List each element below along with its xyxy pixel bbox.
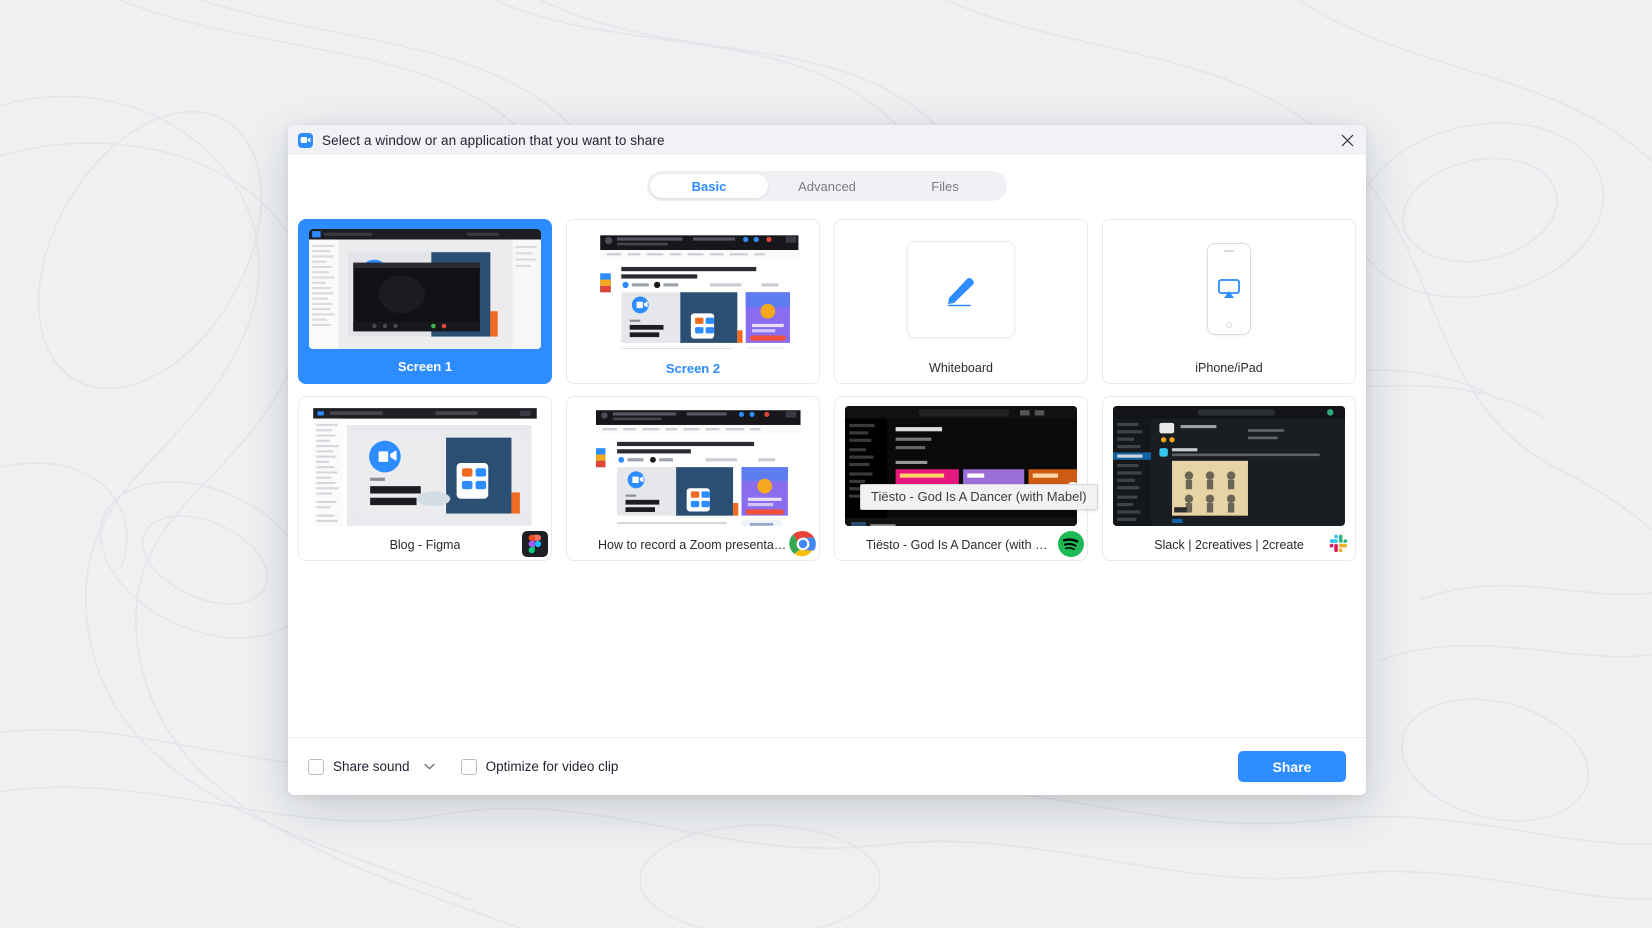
- thumbnail-iphone-ipad: [1113, 229, 1345, 349]
- share-sound-label: Share sound: [333, 759, 410, 774]
- thumbnail-screen-1: [309, 229, 541, 349]
- share-source-whiteboard[interactable]: Whiteboard: [834, 219, 1088, 384]
- share-source-label: Screen 2: [665, 360, 721, 376]
- pencil-icon: [947, 278, 974, 307]
- share-source-label: iPhone/iPad: [1195, 361, 1263, 375]
- share-sources-area: Screen 1 Screen 2 Whiteboard iPhone/iPad…: [288, 215, 1366, 737]
- share-source-slack[interactable]: Slack | 2creatives | 2create: [1102, 396, 1356, 561]
- phone-home-button-icon: [1226, 322, 1232, 328]
- dialog-footer: Share sound Optimize for video clip Shar…: [288, 737, 1366, 795]
- share-sources-grid: Screen 1 Screen 2 Whiteboard iPhone/iPad…: [298, 219, 1356, 561]
- share-source-label: Blog - Figma: [299, 530, 551, 560]
- share-button[interactable]: Share: [1238, 751, 1346, 782]
- tab-basic[interactable]: Basic: [650, 174, 768, 198]
- share-source-label: Screen 1: [397, 358, 453, 374]
- tab-files[interactable]: Files: [886, 174, 1004, 198]
- thumbnail-chrome-article: [577, 406, 809, 526]
- tab-group: Basic Advanced Files: [647, 171, 1007, 201]
- optimize-video-label: Optimize for video clip: [485, 759, 619, 774]
- close-icon[interactable]: [1334, 128, 1360, 152]
- share-sound-checkbox[interactable]: [308, 758, 324, 775]
- share-screen-dialog: Select a window or an application that y…: [288, 125, 1366, 795]
- optimize-video-checkbox-row[interactable]: Optimize for video clip: [460, 758, 619, 775]
- tab-strip: Basic Advanced Files: [288, 155, 1366, 215]
- thumbnail-screen-2: [577, 229, 809, 349]
- tab-advanced[interactable]: Advanced: [768, 174, 886, 198]
- thumbnail-whiteboard: [845, 229, 1077, 349]
- share-source-screen-2[interactable]: Screen 2: [566, 219, 820, 384]
- share-source-label: Slack | 2creatives | 2create: [1103, 530, 1355, 560]
- whiteboard-tile: [907, 240, 1015, 338]
- share-source-chrome-article[interactable]: How to record a Zoom presentati...: [566, 396, 820, 561]
- optimize-video-checkbox[interactable]: [460, 758, 477, 775]
- phone-outline-icon: [1207, 243, 1251, 335]
- airplay-icon: [1218, 279, 1240, 298]
- tooltip-spotify-title: Tiësto - God Is A Dancer (with Mabel): [860, 484, 1098, 510]
- share-source-iphone-ipad[interactable]: iPhone/iPad: [1102, 219, 1356, 384]
- zoom-logo-icon: [298, 132, 313, 148]
- spotify-icon: [1057, 530, 1085, 558]
- figma-icon: [521, 530, 549, 558]
- chevron-down-icon[interactable]: [420, 759, 439, 774]
- phone-speaker-icon: [1223, 250, 1235, 252]
- dialog-title: Select a window or an application that y…: [322, 132, 665, 148]
- share-source-label: Tiësto - God Is A Dancer (with Ma...: [835, 530, 1087, 560]
- share-source-blog-figma[interactable]: Blog - Figma: [298, 396, 552, 561]
- thumbnail-slack: [1113, 406, 1345, 526]
- chrome-icon: [789, 530, 817, 558]
- share-source-spotify[interactable]: Tiësto - God Is A Dancer (with Ma...: [834, 396, 1088, 561]
- share-source-label: How to record a Zoom presentati...: [567, 530, 819, 560]
- share-source-screen-1[interactable]: Screen 1: [298, 219, 552, 384]
- dialog-titlebar: Select a window or an application that y…: [288, 125, 1366, 155]
- thumbnail-blog-figma: [309, 406, 541, 526]
- slack-icon: [1325, 530, 1353, 558]
- share-sound-checkbox-row[interactable]: Share sound: [308, 758, 410, 775]
- share-source-label: Whiteboard: [929, 361, 993, 375]
